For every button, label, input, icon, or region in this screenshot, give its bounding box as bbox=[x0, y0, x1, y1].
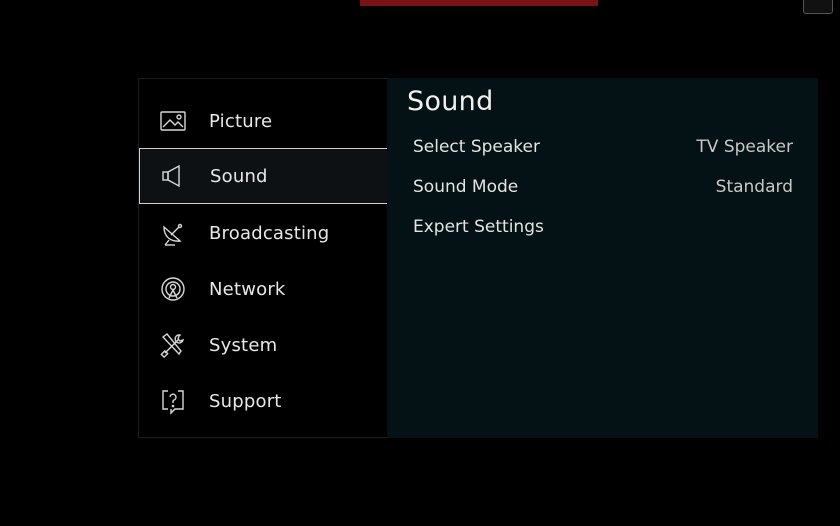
tv-screen: Picture Sound Broadcasting Network Syste… bbox=[0, 0, 840, 526]
setting-value: Standard bbox=[715, 177, 793, 197]
picture-icon bbox=[159, 107, 187, 135]
notification-banner bbox=[360, 0, 598, 6]
sidebar-item-broadcasting[interactable]: Broadcasting bbox=[139, 205, 388, 261]
tools-icon bbox=[159, 331, 187, 359]
sidebar-item-system[interactable]: System bbox=[139, 317, 388, 373]
settings-sidebar: Picture Sound Broadcasting Network Syste… bbox=[138, 78, 388, 438]
sidebar-item-label: Broadcasting bbox=[209, 222, 330, 244]
setting-label: Select Speaker bbox=[413, 137, 540, 157]
settings-menu: Picture Sound Broadcasting Network Syste… bbox=[138, 78, 818, 438]
sidebar-item-label: Sound bbox=[210, 165, 268, 187]
setting-value: TV Speaker bbox=[696, 137, 793, 157]
sidebar-item-picture[interactable]: Picture bbox=[139, 93, 388, 149]
sidebar-item-support[interactable]: Support bbox=[139, 373, 388, 429]
panel-title: Sound bbox=[407, 86, 494, 117]
network-icon bbox=[159, 275, 187, 303]
speaker-icon bbox=[160, 162, 188, 190]
setting-label: Sound Mode bbox=[413, 177, 519, 197]
sidebar-item-label: Support bbox=[209, 390, 282, 412]
sound-settings-panel: Sound Select Speaker TV Speaker Sound Mo… bbox=[387, 78, 818, 438]
setting-sound-mode[interactable]: Sound Mode Standard bbox=[413, 172, 793, 202]
sidebar-item-sound[interactable]: Sound bbox=[139, 148, 388, 204]
sidebar-item-network[interactable]: Network bbox=[139, 261, 388, 317]
sidebar-item-label: System bbox=[209, 334, 278, 356]
satellite-dish-icon bbox=[159, 219, 187, 247]
setting-select-speaker[interactable]: Select Speaker TV Speaker bbox=[413, 132, 793, 162]
sidebar-item-label: Picture bbox=[209, 110, 273, 132]
corner-indicator bbox=[803, 0, 833, 14]
setting-expert-settings[interactable]: Expert Settings bbox=[413, 212, 793, 242]
sidebar-item-label: Network bbox=[209, 278, 286, 300]
setting-label: Expert Settings bbox=[413, 217, 544, 237]
help-icon bbox=[159, 387, 187, 415]
